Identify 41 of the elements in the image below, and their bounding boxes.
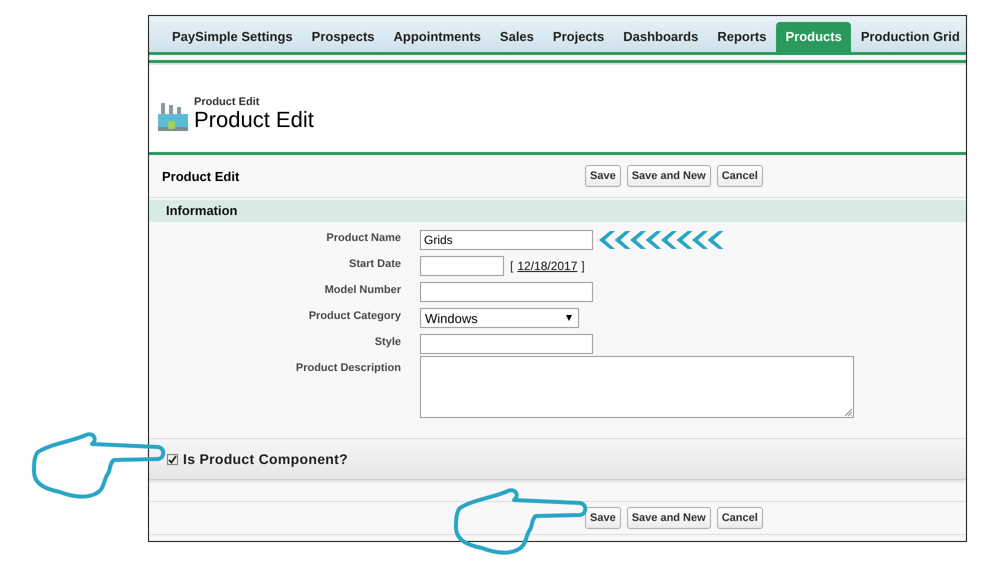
nav-tab[interactable]: Production Grid (852, 22, 960, 52)
pointing-hand-icon (452, 488, 588, 556)
form-button[interactable]: Save (585, 165, 621, 187)
field-label: Product Name (325, 231, 401, 244)
nav-tab[interactable]: PaySimple Settings (163, 22, 302, 52)
nav-tab[interactable]: Prospects (302, 22, 384, 52)
field-label: Product Description (294, 361, 401, 374)
resize-grip-icon[interactable] (844, 408, 852, 416)
form-button[interactable]: Save and New (626, 507, 711, 529)
nav-tab[interactable]: Products (776, 22, 851, 52)
breadcrumb-label: Product Edit (194, 96, 260, 108)
form-title: Product Edit (162, 168, 240, 184)
field-label: Style (374, 335, 401, 348)
nav-tab[interactable]: Sales (490, 22, 543, 52)
bracket-text: ] (581, 259, 585, 273)
form-button[interactable]: Save (585, 507, 621, 529)
field-label: Start Date (348, 257, 401, 270)
nav-tab[interactable]: Projects (544, 22, 614, 52)
field-label: Product Category (308, 309, 401, 322)
nav-tab[interactable]: Appointments (384, 22, 490, 52)
factory-icon (157, 100, 189, 132)
nav-tab[interactable]: Dashboards (614, 22, 708, 52)
section-header: Information (149, 200, 966, 222)
field-label: Model Number (324, 283, 401, 296)
text-field[interactable] (420, 334, 593, 354)
text-field[interactable] (420, 282, 593, 302)
form-button[interactable]: Save and New (626, 165, 711, 187)
checkbox-label: Is Product Component? (183, 451, 348, 467)
description-field[interactable] (420, 356, 854, 418)
page-title: Product Edit (194, 108, 314, 132)
category-dropdown[interactable]: Windows (420, 308, 579, 328)
pointing-hand-icon (30, 432, 166, 500)
dropdown-arrow-icon (566, 315, 572, 321)
bracket-text: [ (510, 259, 514, 273)
form-button[interactable]: Cancel (716, 507, 763, 529)
date-link[interactable]: 12/18/2017 (517, 259, 578, 273)
date-field[interactable] (420, 256, 504, 276)
form-button[interactable]: Cancel (716, 165, 763, 187)
text-field[interactable]: Grids (420, 230, 593, 250)
nav-tab[interactable]: Reports (708, 22, 776, 52)
component-checkbox[interactable] (167, 454, 178, 464)
